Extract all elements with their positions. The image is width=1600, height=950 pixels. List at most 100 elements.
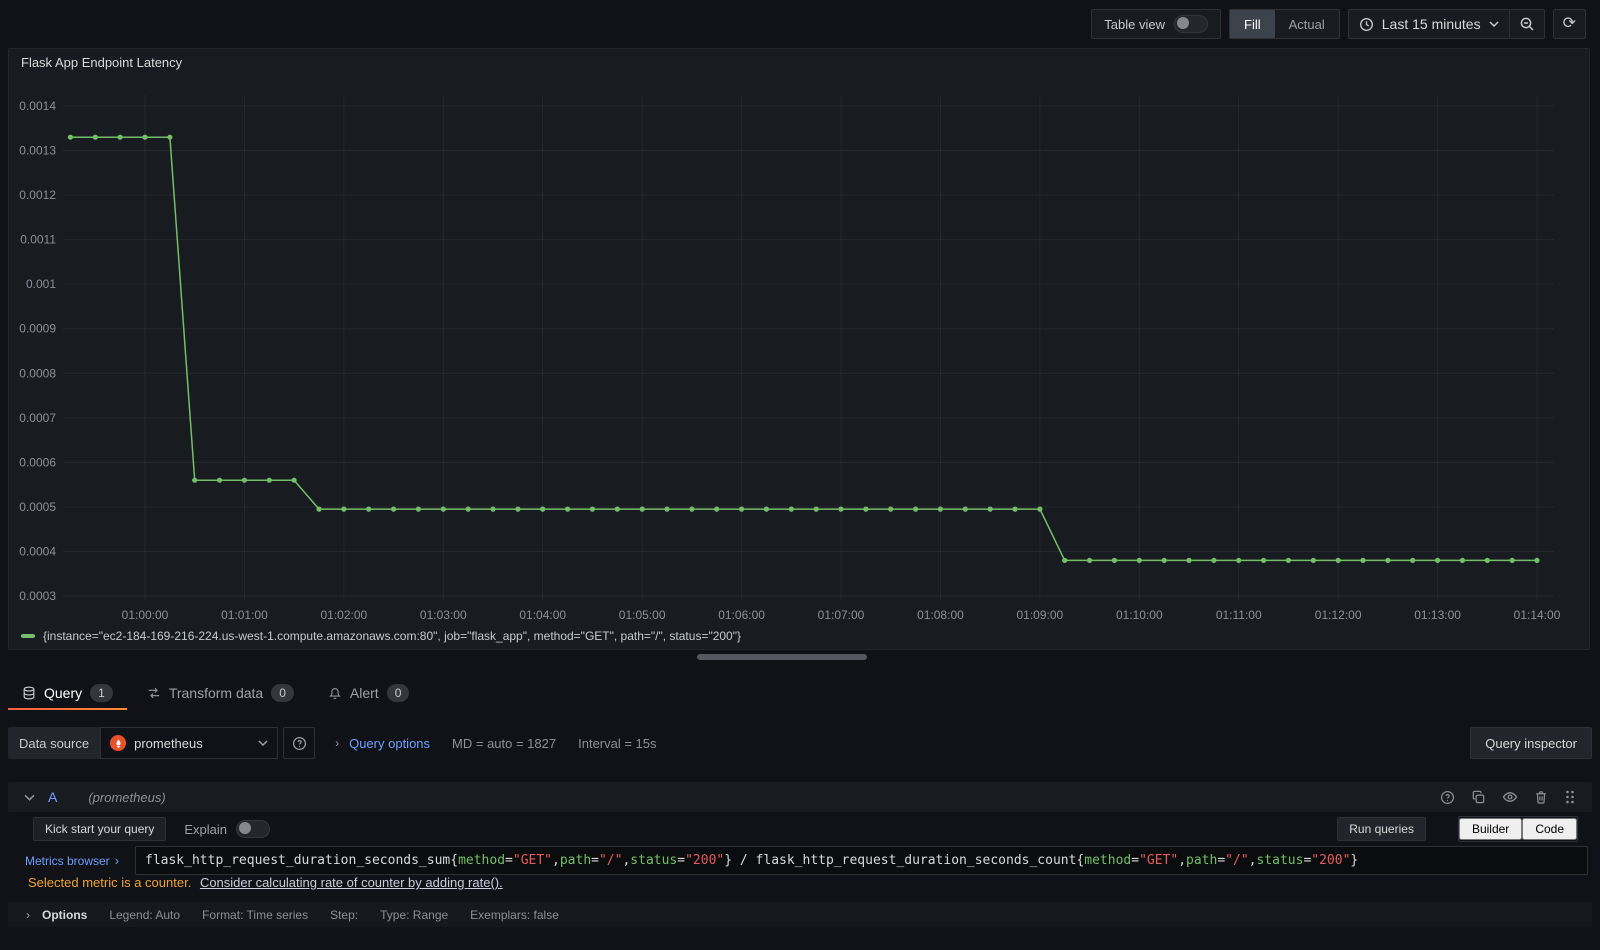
legend-label[interactable]: {instance="ec2-184-169-216-224.us-west-1… [43,629,741,643]
data-point [1310,557,1316,563]
y-tick-label: 0.0012 [19,188,56,202]
promql-token: = [591,853,599,868]
fill-button[interactable]: Fill [1230,10,1275,38]
data-point [589,506,596,512]
refresh-button[interactable]: ⟳ [1554,10,1585,38]
query-datasource-hint: (prometheus) [88,789,166,805]
promql-token: method [1084,853,1132,868]
tab-alert[interactable]: Alert 0 [314,676,423,710]
builder-button[interactable]: Builder [1458,818,1523,840]
tab-transform-badge: 0 [271,684,294,702]
query-row-header: A (prometheus) [8,782,1592,812]
data-point [1012,506,1018,512]
data-point [415,506,421,512]
options-type: Type: Range [380,907,449,922]
data-point [689,506,695,512]
run-queries-button[interactable]: Run queries [1337,817,1426,841]
data-point [1161,557,1167,563]
delete-query-trash-icon[interactable] [1534,790,1548,805]
chevron-down-icon [24,794,35,801]
promql-token: method [458,853,506,868]
data-point [266,477,272,483]
tab-alert-badge: 0 [386,684,410,702]
drag-handle-icon[interactable] [1564,789,1576,805]
builder-code-group: Builder Code [1457,816,1578,842]
promql-token: status [630,853,678,868]
latency-chart[interactable]: 01:00:00 01:01:00 01:02:00 01:03:00 01:04:00… [9,77,1589,625]
toggle-knob [239,822,252,834]
data-point [1509,557,1515,563]
kick-start-query-button[interactable]: Kick start your query [33,817,167,841]
y-tick-label: 0.0005 [19,500,56,514]
tab-query-label: Query [44,685,83,701]
datasource-row: Data source prometheus › Query options M… [8,727,1592,759]
data-point [1236,557,1242,563]
promql-token: , [1248,853,1257,868]
data-point [1037,506,1043,512]
data-point [540,506,546,512]
prometheus-icon [110,735,127,751]
promql-token: "200" [685,853,725,868]
metrics-browser-label: Metrics browser [25,853,110,868]
x-tick-label: 01:14:00 [1514,608,1561,622]
y-tick-label: 0.001 [26,277,56,291]
promql-token: status [1256,853,1304,868]
query-options-toggle[interactable]: › Query options [335,736,430,751]
options-legend: Legend: Auto [109,907,181,922]
data-point [1484,557,1490,563]
tab-transform-label: Transform data [168,685,264,701]
duplicate-query-icon[interactable] [1471,790,1486,805]
zoom-out-icon [1520,17,1534,31]
data-point [167,134,173,140]
x-tick-label: 01:06:00 [718,608,765,622]
y-tick-label: 0.0004 [19,544,56,558]
tab-query[interactable]: Query 1 [8,676,127,710]
datasource-picker[interactable]: prometheus [100,727,279,759]
promql-token: = [1131,853,1140,868]
angle-right-icon[interactable]: › [26,908,30,922]
query-ref-id[interactable]: A [48,789,57,805]
query-options-summary-row: › Options Legend: Auto Format: Time seri… [8,902,1592,927]
bell-icon [328,686,342,700]
explain-label: Explain [184,821,228,837]
zoom-out-button[interactable] [1508,10,1544,38]
x-tick-label: 01:02:00 [321,608,368,622]
datasource-help-button[interactable] [283,727,316,759]
code-button[interactable]: Code [1522,818,1577,840]
promql-token: = [1303,853,1312,868]
promql-token: "GET" [512,853,553,868]
chevron-down-icon [1489,21,1499,27]
promql-token: = [505,853,513,868]
metrics-browser-toggle[interactable]: Metrics browser › [25,854,135,868]
promql-token: "200" [1311,853,1351,868]
angle-right-icon: › [335,736,340,750]
query-help-icon[interactable] [1440,790,1455,805]
data-point [639,506,645,512]
horizontal-scrollbar[interactable] [697,654,867,660]
promql-token: path [1186,853,1218,868]
hide-query-eye-icon[interactable] [1502,789,1518,805]
tab-transform-data[interactable]: Transform data 0 [133,676,308,710]
data-point [614,506,620,512]
promql-token: } / flask_http_request_duration_seconds_… [724,853,1085,868]
chevron-down-icon [258,740,268,746]
data-point [1435,557,1441,563]
time-range-picker[interactable]: Last 15 minutes [1349,10,1509,38]
table-view-toggle[interactable] [1174,15,1208,33]
explain-toggle[interactable] [236,820,271,838]
data-point [763,506,770,512]
query-toolbar-row: Kick start your query Explain Run querie… [33,816,1578,842]
x-tick-label: 01:07:00 [818,608,865,622]
options-title[interactable]: Options [42,908,87,922]
data-point [1111,557,1117,563]
promql-expression-input[interactable]: flask_http_request_duration_seconds_sum{… [135,846,1588,875]
data-point [813,506,819,512]
collapse-query-caret[interactable] [24,794,35,801]
warning-rate-link[interactable]: Consider calculating rate of counter by … [200,875,503,890]
promql-token: , [1178,853,1187,868]
data-point [515,506,521,512]
actual-button[interactable]: Actual [1275,10,1339,38]
transform-icon [147,686,161,700]
data-point [838,506,844,512]
query-inspector-button[interactable]: Query inspector [1470,727,1592,759]
